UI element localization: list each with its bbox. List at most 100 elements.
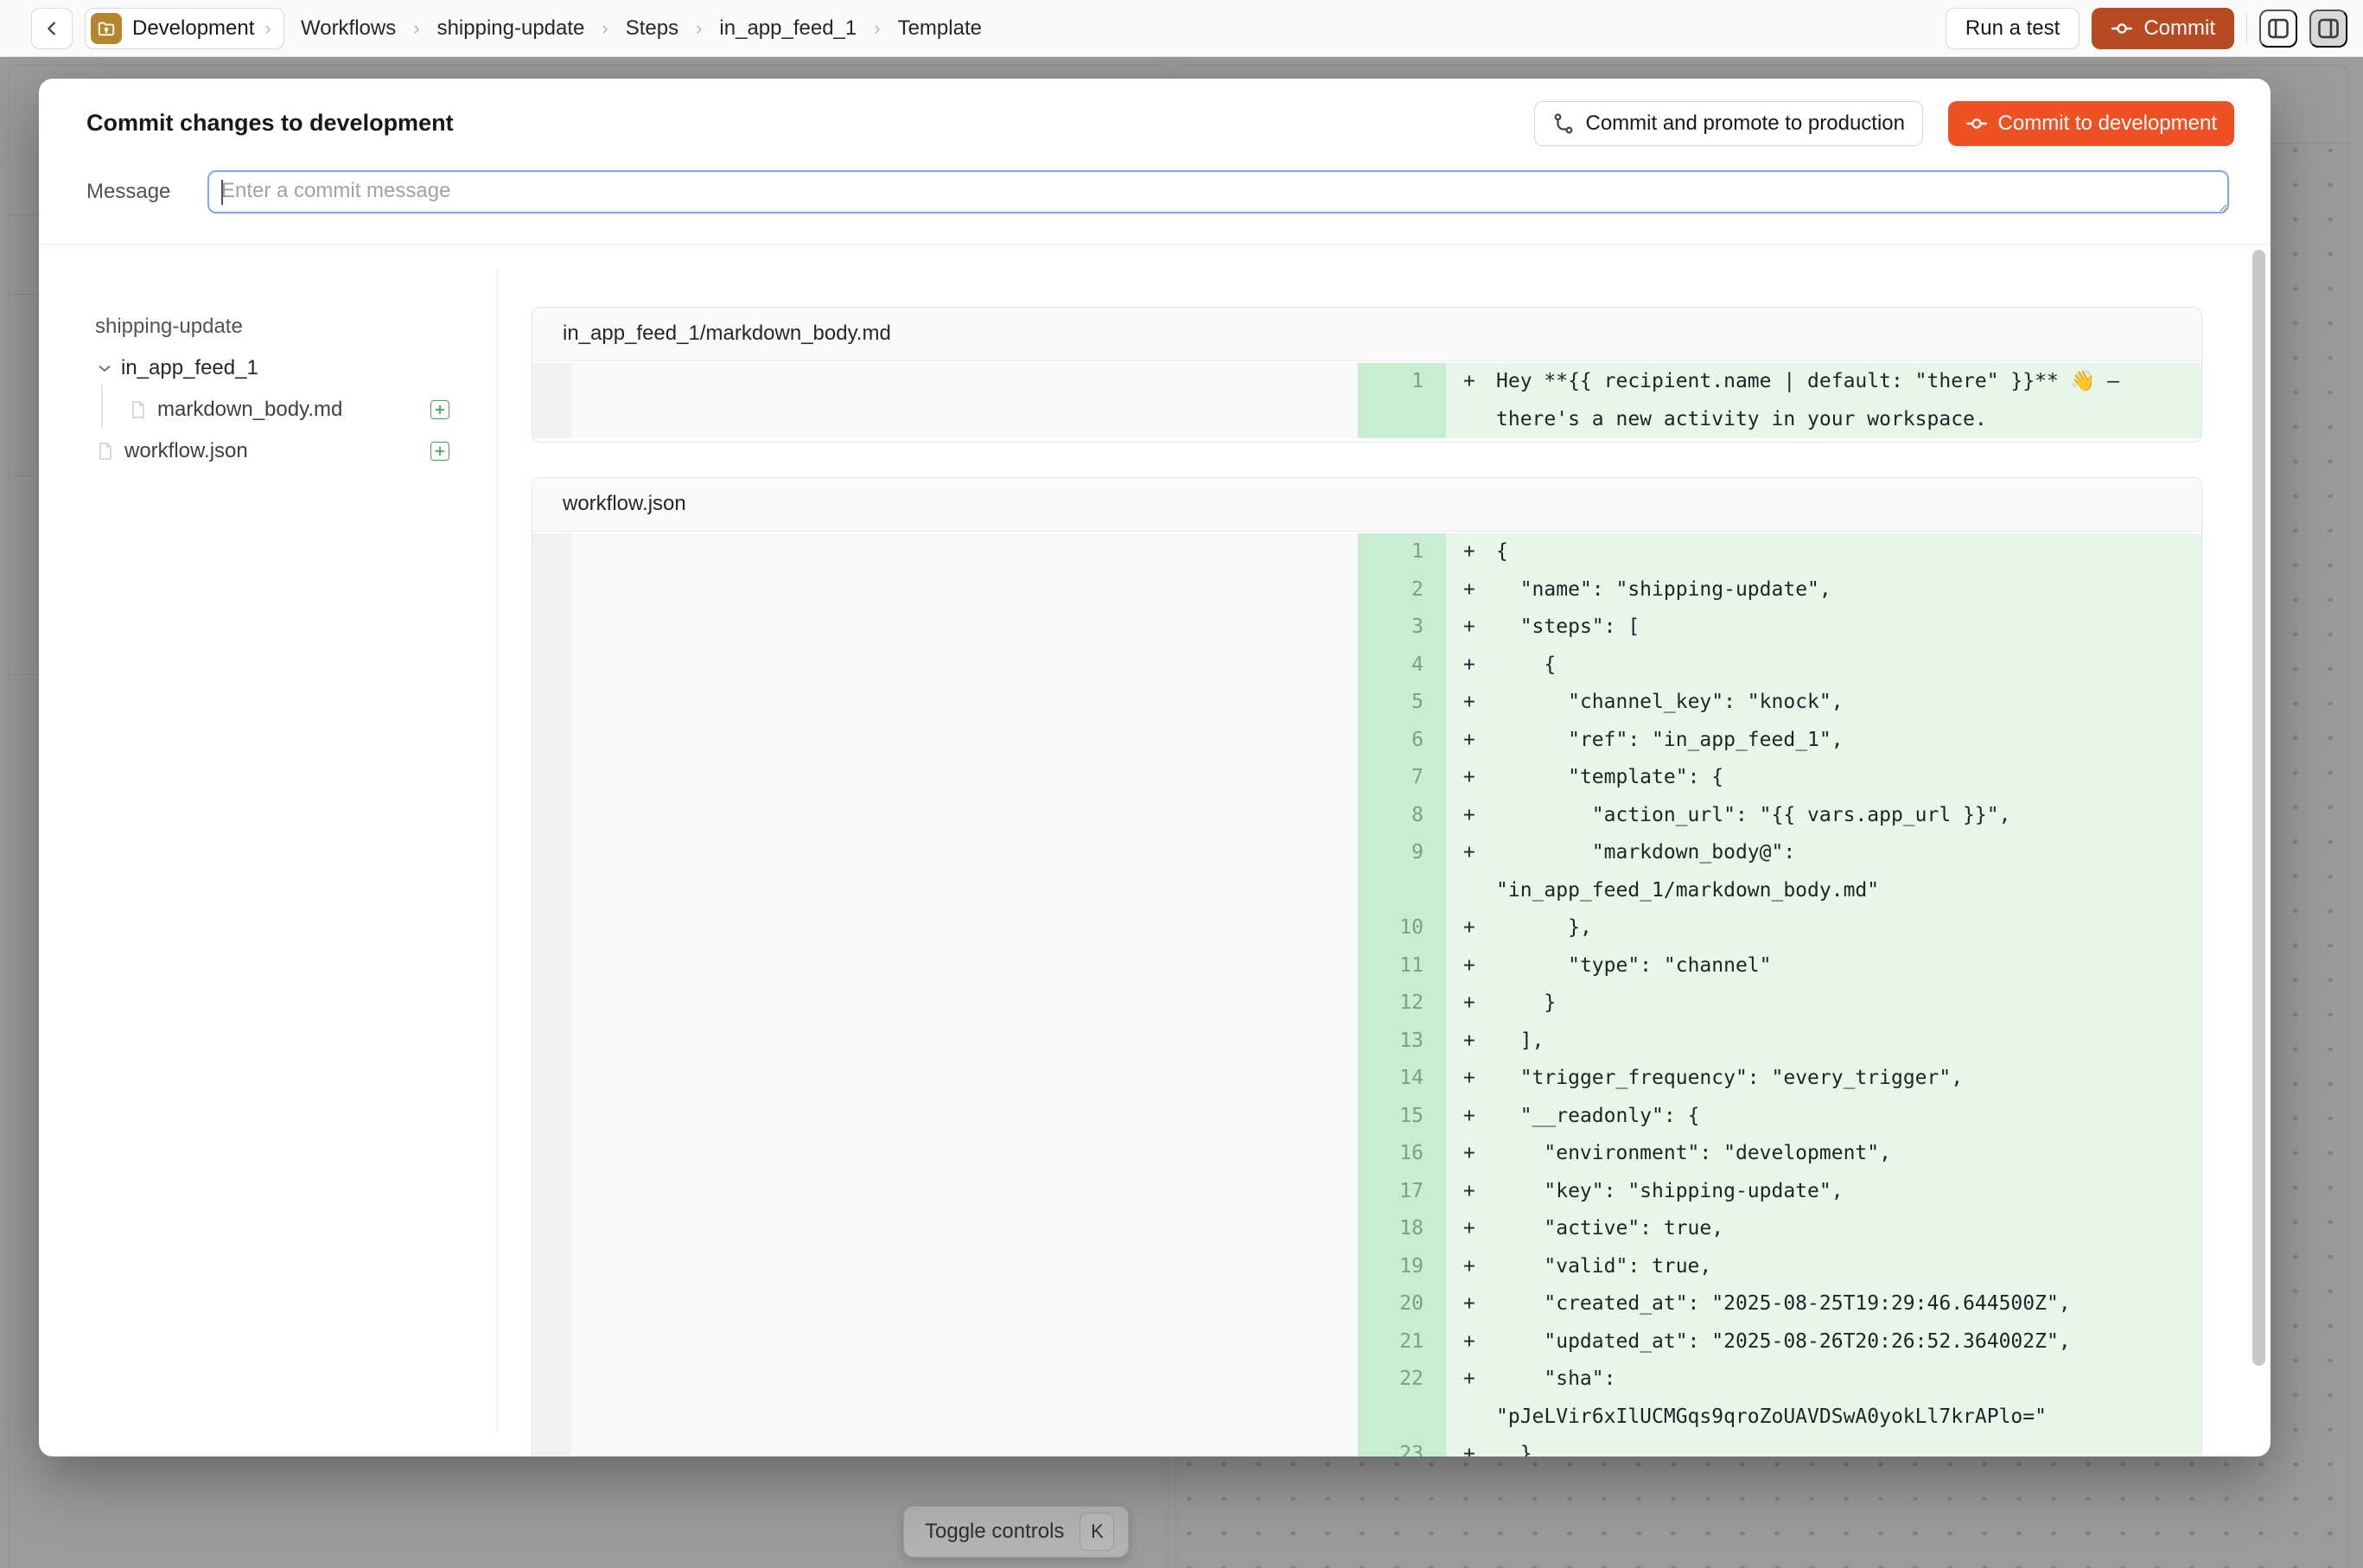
diff-add-marker: + [1463,571,1496,609]
line-number: 17 [1358,1173,1446,1211]
code-text: "active": true, [1496,1210,2155,1248]
line-number: 11 [1358,947,1446,985]
back-button[interactable] [31,8,73,49]
panel-right-icon [2316,16,2341,41]
modal-scrollbar[interactable] [2252,250,2265,1366]
code-text: ], [1496,1023,2155,1061]
line-number: 7 [1358,759,1446,797]
old-gutter [532,947,571,985]
line-number: 16 [1358,1135,1446,1173]
diff-add-marker: + [1463,947,1496,985]
diff-add-marker: + [1463,834,1496,872]
added-content: +{ [1446,533,2201,571]
old-content [571,909,1358,947]
breadcrumb-template[interactable]: Template [898,16,982,41]
line-number: 20 [1358,1285,1446,1323]
line-number: 2 [1358,571,1446,609]
code-text: } [1496,1436,2155,1456]
code-text: "valid": true, [1496,1248,2155,1286]
tree-item-workflow-json[interactable]: workflow.json [95,430,449,472]
diff-line: 11+ "type": "channel" [532,947,2201,985]
commit-icon [2111,17,2133,40]
commit-to-development-label: Commit to development [1998,112,2217,136]
old-content [571,1173,1358,1211]
commit-and-promote-button[interactable]: Commit and promote to production [1534,101,1923,146]
breadcrumb-workflow-key[interactable]: shipping-update [437,16,585,41]
tree-item-workflow-root[interactable]: shipping-update [95,306,449,347]
added-content: +Hey **{{ recipient.name | default: "the… [1446,363,2201,438]
old-content [571,363,1358,438]
diff-add-marker: + [1463,609,1496,647]
line-number: 15 [1358,1098,1446,1136]
old-gutter [532,1248,571,1286]
added-content: + "type": "channel" [1446,947,2201,985]
topbar-actions: Run a test Commit [1946,8,2347,49]
commit-to-development-button[interactable]: Commit to development [1948,101,2234,146]
diff-line: 16+ "environment": "development", [532,1135,2201,1173]
diff-line: 10+ }, [532,909,2201,947]
diff-line: 21+ "updated_at": "2025-08-26T20:26:52.3… [532,1323,2201,1361]
environment-selector[interactable]: Development › [85,8,284,49]
code-text: "name": "shipping-update", [1496,571,2155,609]
breadcrumb-separator: › [696,17,702,40]
right-panel-toggle[interactable] [2309,10,2347,48]
toolbar-divider [2246,13,2247,44]
file-icon [95,441,116,462]
code-text: "channel_key": "knock", [1496,684,2155,722]
old-content [571,1060,1358,1098]
tree-item-markdown-body[interactable]: markdown_body.md [95,389,449,430]
chevron-left-icon [42,19,61,38]
old-gutter [532,1436,571,1456]
old-content [571,1361,1358,1436]
toggle-controls-label: Toggle controls [925,1520,1064,1544]
line-number: 5 [1358,684,1446,722]
left-panel-toggle[interactable] [2259,10,2297,48]
diff-add-marker: + [1463,1436,1496,1456]
commit-button[interactable]: Commit [2092,8,2234,49]
old-content [571,722,1358,760]
old-content [571,1023,1358,1061]
line-number: 12 [1358,985,1446,1023]
old-content [571,759,1358,797]
breadcrumb-workflows[interactable]: Workflows [301,16,396,41]
diff-line: 17+ "key": "shipping-update", [532,1173,2201,1211]
commit-message-input[interactable] [207,170,2229,214]
diff-line: 5+ "channel_key": "knock", [532,684,2201,722]
commit-button-label: Commit [2143,16,2215,41]
old-gutter [532,797,571,835]
added-content: + "updated_at": "2025-08-26T20:26:52.364… [1446,1323,2201,1361]
line-number: 3 [1358,609,1446,647]
diff-line: 9+ "markdown_body@": "in_app_feed_1/mark… [532,834,2201,909]
breadcrumb-steps[interactable]: Steps [626,16,678,41]
diff-line: 3+ "steps": [ [532,609,2201,647]
code-text: "environment": "development", [1496,1135,2155,1173]
top-navigation-bar: Development › Workflows › shipping-updat… [0,0,2363,57]
added-content: + "markdown_body@": "in_app_feed_1/markd… [1446,834,2201,909]
tree-item-folder[interactable]: in_app_feed_1 [95,347,449,389]
added-content: + ], [1446,1023,2201,1061]
breadcrumb-step-ref[interactable]: in_app_feed_1 [719,16,857,41]
old-content [571,1436,1358,1456]
code-text: "__readonly": { [1496,1098,2155,1136]
line-number: 22 [1358,1361,1446,1436]
old-gutter [532,1135,571,1173]
old-gutter [532,1098,571,1136]
old-content [571,1210,1358,1248]
sidebar-divider [9,294,39,295]
line-number: 14 [1358,1060,1446,1098]
file-added-icon [430,400,449,419]
line-number: 1 [1358,533,1446,571]
added-content: + }, [1446,909,2201,947]
text-caret [221,180,223,205]
line-number: 19 [1358,1248,1446,1286]
run-a-test-button[interactable]: Run a test [1946,8,2080,49]
message-label: Message [86,180,170,204]
commit-and-promote-label: Commit and promote to production [1585,112,1905,136]
line-number: 21 [1358,1323,1446,1361]
added-content: + } [1446,1436,2201,1456]
toggle-controls-button[interactable]: Toggle controls K [903,1506,1129,1558]
old-content [571,1285,1358,1323]
diff-panels: in_app_feed_1/markdown_body.md1+Hey **{{… [532,307,2202,1456]
diff-line: 1+{ [532,533,2201,571]
line-number: 23 [1358,1436,1446,1456]
